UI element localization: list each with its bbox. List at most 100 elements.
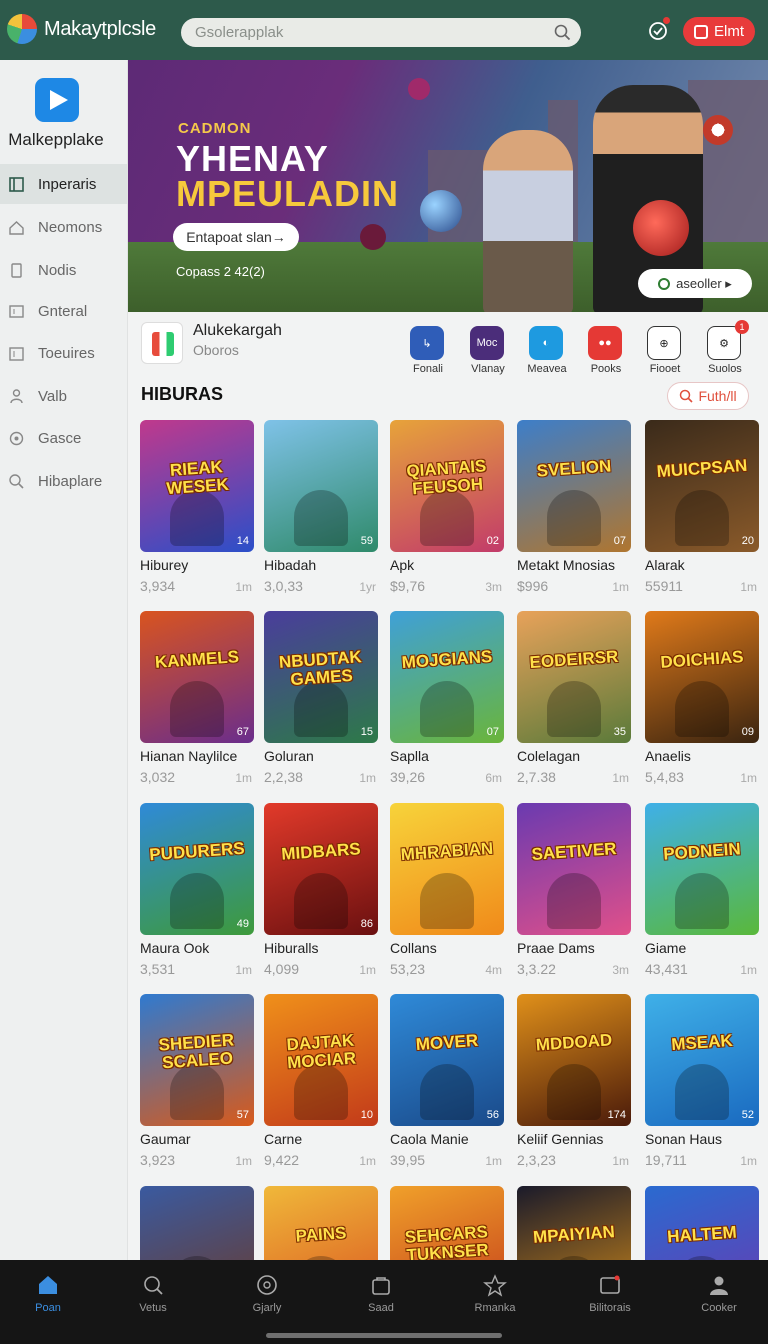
game-thumbnail[interactable]: MOVER 56	[390, 994, 504, 1126]
bottom-nav-vetus[interactable]: Vetus	[103, 1270, 203, 1320]
game-badge: 67	[236, 726, 249, 738]
game-card[interactable]: PAINS	[264, 1186, 378, 1260]
sidebar-item-nodis[interactable]: Nodis	[0, 250, 127, 290]
filter-button[interactable]: Futh/ll	[667, 382, 749, 410]
game-card[interactable]: EODEIRSR 35 Colelagan 2,7.38 1m	[517, 611, 631, 797]
game-thumbnail[interactable]: MSEAK 52	[645, 994, 759, 1126]
game-title: Apk	[390, 557, 415, 573]
game-card[interactable]: HALTEM	[645, 1186, 759, 1260]
game-card[interactable]: DAJTAK MOCIAR 10 Carne 9,422 1m	[264, 994, 378, 1180]
top-action-button[interactable]: Elmt	[683, 17, 755, 46]
shortcut-vlanay[interactable]: Moc Vlanay	[460, 326, 516, 386]
game-thumbnail[interactable]: PUDURERS 49	[140, 803, 254, 935]
sidebar-item-gnteral[interactable]: Gnteral	[0, 291, 127, 331]
shortcut-suolos[interactable]: ⚙ Suolos	[697, 326, 753, 386]
bottom-nav-cooker[interactable]: Cooker	[669, 1270, 768, 1320]
game-card[interactable]: 59 Hibadah 3,0,33 1yr	[264, 420, 378, 606]
game-thumbnail[interactable]: EODEIRSR 35	[517, 611, 631, 743]
game-thumbnail[interactable]: SEHCARS TUKNSER	[390, 1186, 504, 1260]
bottom-nav-gjarly[interactable]: Gjarly	[217, 1270, 317, 1320]
shortcut-label: Fiooet	[649, 363, 681, 375]
sidebar-item-label: Toeuires	[38, 344, 95, 362]
game-card[interactable]: SVELION 07 Metakt Mnosias $996 1m	[517, 420, 631, 606]
game-thumbnail[interactable]: MPAIYIAN	[517, 1186, 631, 1260]
game-card[interactable]: SAETIVER Praae Dams 3,3.22 3m	[517, 803, 631, 989]
bottom-nav-poan[interactable]: Poan	[0, 1270, 98, 1320]
game-thumbnail[interactable]: HALTEM	[645, 1186, 759, 1260]
game-thumbnail[interactable]: MUICPSAN 20	[645, 420, 759, 552]
game-badge: 10	[360, 1109, 373, 1121]
shortcut-meavea[interactable]: ◐ Meavea	[519, 326, 575, 386]
bottom-nav-rmanka[interactable]: Rmanka	[445, 1270, 545, 1320]
game-card[interactable]: MIDBARS 86 Hiburalls 4,099 1m	[264, 803, 378, 989]
game-thumbnail[interactable]: KANMELS 67	[140, 611, 254, 743]
game-thumbnail[interactable]: MHRABIAN	[390, 803, 504, 935]
banner-pill-button[interactable]: aseoller ▸	[638, 269, 752, 298]
game-card[interactable]: MUICPSAN 20 Alarak 55911 1m	[645, 420, 759, 606]
featured-app-icon[interactable]	[141, 322, 183, 364]
shortcut-fonali[interactable]: ↳ Fonali	[400, 326, 456, 386]
game-thumbnail[interactable]: NBUDTAK GAMES 15	[264, 611, 378, 743]
orb-shape	[420, 190, 462, 232]
game-title: Colelagan	[517, 748, 581, 764]
game-thumbnail[interactable]	[140, 1186, 254, 1260]
game-meta: 1yr	[359, 580, 376, 594]
sidebar-item-inperaris[interactable]: Inperaris	[0, 164, 127, 204]
bottom-nav: Poan Vetus Gjarly Saad Rmanka Bilitorais Cooke…	[0, 1260, 768, 1344]
game-card[interactable]: DOICHIAS 09 Anaelis 5,4,83 1m	[645, 611, 759, 797]
game-thumbnail[interactable]: DAJTAK MOCIAR 10	[264, 994, 378, 1126]
sidebar-item-gasce[interactable]: Gasce	[0, 418, 127, 458]
hero-banner[interactable]: CADMON YHENAY MPEULADIN Entapoat slan→ C…	[128, 60, 768, 312]
game-thumbnail[interactable]: SAETIVER	[517, 803, 631, 935]
gear-icon	[9, 431, 24, 445]
game-card[interactable]: SHEDIER SCALEO 57 Gaumar 3,923 1m	[140, 994, 254, 1180]
game-thumbnail[interactable]: SHEDIER SCALEO 57	[140, 994, 254, 1126]
shortcut-fiooet[interactable]: ⊕ Fiooet	[637, 326, 693, 386]
game-card[interactable]: MPAIYIAN	[517, 1186, 631, 1260]
profile-icon	[710, 1276, 728, 1295]
game-thumbnail[interactable]: 59	[264, 420, 378, 552]
shortcut-icon: ●●	[588, 326, 622, 360]
banner-cta-button[interactable]: Entapoat slan→	[173, 223, 299, 251]
game-thumbnail[interactable]: RIEAK WESEK 14	[140, 420, 254, 552]
game-thumbnail[interactable]: MDDOAD 174	[517, 994, 631, 1126]
game-thumbnail[interactable]: QIANTAIS FEUSOH 02	[390, 420, 504, 552]
sidebar-item-neomons[interactable]: Neomons	[0, 207, 127, 247]
sidebar-item-hibaplare[interactable]: Hibaplare	[0, 461, 127, 501]
game-card[interactable]	[140, 1186, 254, 1260]
sidebar-item-label: Inperaris	[38, 175, 97, 193]
game-card[interactable]: MOVER 56 Caola Manie 39,95 1m	[390, 994, 504, 1180]
bottom-nav-bilitorais[interactable]: Bilitorais	[560, 1270, 660, 1320]
game-thumbnail[interactable]: PODNEIN	[645, 803, 759, 935]
bottom-nav-label: Rmanka	[474, 1302, 516, 1314]
bottom-nav-saad[interactable]: Saad	[331, 1270, 431, 1320]
game-card[interactable]: MSEAK 52 Sonan Haus 19,711 1m	[645, 994, 759, 1180]
app-logo-icon[interactable]	[7, 14, 37, 44]
game-card[interactable]: NBUDTAK GAMES 15 Goluran 2,2,38 1m	[264, 611, 378, 797]
game-card[interactable]: QIANTAIS FEUSOH 02 Apk $9,76 3m	[390, 420, 504, 606]
search-input[interactable]: Gsolerapplak	[181, 18, 581, 47]
game-card[interactable]: KANMELS 67 Hianan Naylilce 3,032 1m	[140, 611, 254, 797]
game-stat: 4,099	[264, 961, 300, 977]
game-card[interactable]: PUDURERS 49 Maura Ook 3,531 1m	[140, 803, 254, 989]
game-thumbnail[interactable]: MOJGIANS 07	[390, 611, 504, 743]
game-card[interactable]: RIEAK WESEK 14 Hiburey 3,934 1m	[140, 420, 254, 606]
banner-kicker: CADMON	[178, 120, 252, 137]
search-icon[interactable]	[554, 24, 571, 41]
game-thumbnail[interactable]: SVELION 07	[517, 420, 631, 552]
shortcut-pooks[interactable]: ●● Pooks	[578, 326, 634, 386]
brand-play-icon[interactable]	[35, 78, 79, 122]
game-card[interactable]: MOJGIANS 07 Saplla 39,26 6m	[390, 611, 504, 797]
game-card[interactable]: MDDOAD 174 Keliif Gennias 2,3,23 1m	[517, 994, 631, 1180]
game-card[interactable]: PODNEIN Giame 43,431 1m	[645, 803, 759, 989]
game-thumbnail[interactable]: MIDBARS 86	[264, 803, 378, 935]
sidebar-item-toeuires[interactable]: Toeuires	[0, 333, 127, 373]
game-thumbnail[interactable]: DOICHIAS 09	[645, 611, 759, 743]
game-card[interactable]: MHRABIAN Collans 53,23 4m	[390, 803, 504, 989]
game-art-title: SEHCARS TUKNSER	[404, 1222, 490, 1260]
game-title: Sonan Haus	[645, 1131, 723, 1147]
game-thumbnail[interactable]: PAINS	[264, 1186, 378, 1260]
doc-icon	[11, 262, 22, 278]
sidebar-item-valb[interactable]: Valb	[0, 376, 127, 416]
game-card[interactable]: SEHCARS TUKNSER	[390, 1186, 504, 1260]
